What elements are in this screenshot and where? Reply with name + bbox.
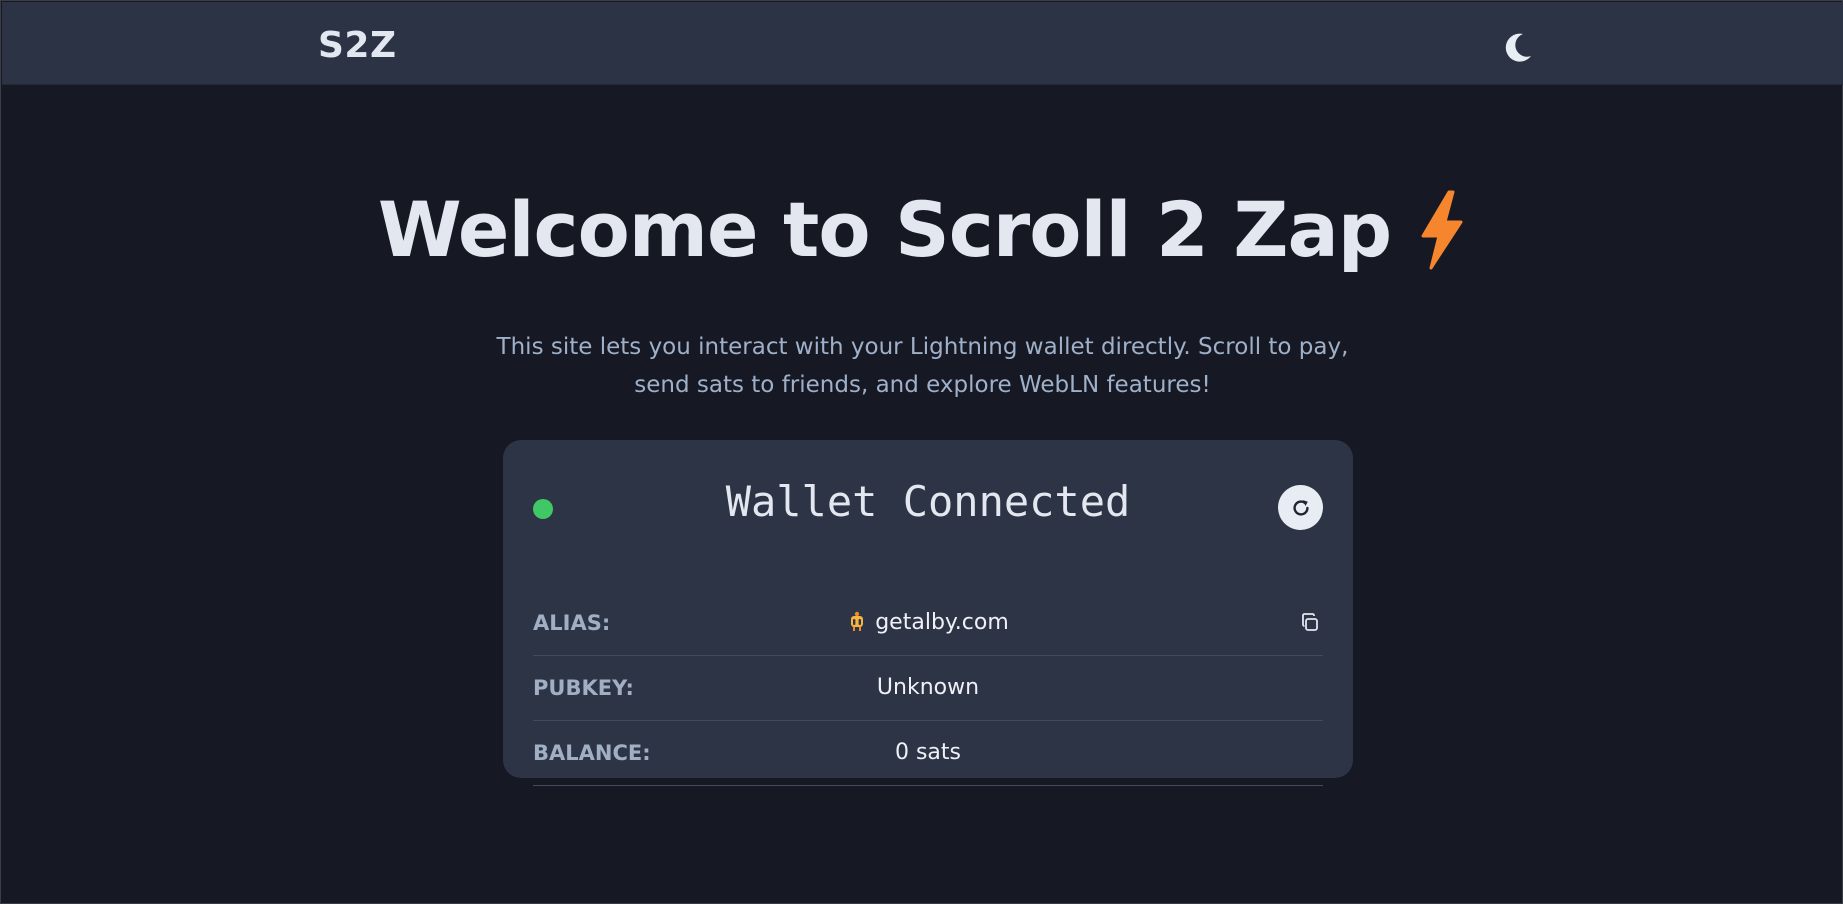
top-navbar: S2Z	[2, 2, 1843, 85]
page-title: Welcome to Scroll 2 Zap	[1, 184, 1843, 276]
lightning-bolt-icon	[1421, 190, 1463, 270]
wallet-row-balance: BALANCE: 0 sats	[533, 721, 1323, 786]
refresh-icon	[1292, 499, 1309, 516]
theme-toggle-button[interactable]	[1499, 28, 1537, 66]
wallet-row-alias: ALIAS: getalby.com	[533, 591, 1323, 656]
wallet-card-title: Wallet Connected	[725, 477, 1131, 526]
alias-value-container: getalby.com	[533, 591, 1323, 655]
page-subtitle: This site lets you interact with your Li…	[496, 334, 1349, 398]
copy-icon	[1302, 613, 1318, 631]
wallet-row-pubkey: PUBKEY: Unknown	[533, 656, 1323, 721]
moon-icon	[1505, 33, 1531, 62]
alias-value: getalby.com	[875, 610, 1009, 635]
brand-logo[interactable]: S2Z	[318, 24, 397, 68]
refresh-button[interactable]	[1278, 485, 1323, 530]
wallet-card: Wallet Connected ALIAS: getalby.com PUBK…	[503, 440, 1353, 786]
alby-icon	[851, 611, 864, 631]
pubkey-value: Unknown	[876, 675, 980, 700]
copy-alias-button[interactable]	[1298, 611, 1322, 635]
app-window: S2Z Welcome to Scroll 2 Zap This site le…	[0, 0, 1843, 904]
balance-value: 0 sats	[894, 740, 962, 765]
page-title-text: Welcome to Scroll 2 Zap	[377, 185, 1392, 274]
